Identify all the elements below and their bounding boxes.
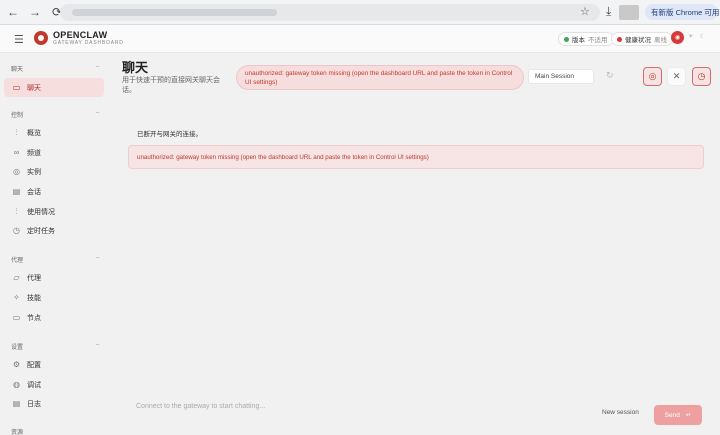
- new-session-button[interactable]: New session: [602, 409, 639, 416]
- folder-icon: ▱: [13, 273, 20, 282]
- monitor-icon: ▭: [12, 313, 21, 322]
- bar-chart-icon: ⫶: [15, 206, 18, 216]
- clock-icon: ◷: [13, 226, 20, 235]
- health-status: 健康状况 离线: [611, 32, 673, 46]
- error-banner: unauthorized: gateway token missing (ope…: [236, 65, 524, 90]
- openclaw-logo: [34, 31, 48, 45]
- sidebar-item-chat[interactable]: ▭ 聊天: [4, 78, 104, 97]
- collapse-icon[interactable]: –: [96, 255, 99, 261]
- sidebar-item-logs[interactable]: ▤ 日志: [4, 394, 104, 413]
- address-bar[interactable]: [60, 4, 600, 21]
- sidebar-group-chat: 聊天: [11, 67, 24, 73]
- collapse-icon[interactable]: –: [96, 64, 99, 70]
- status-dot-icon: [564, 36, 569, 42]
- gear-icon: ⚙: [12, 360, 21, 369]
- sidebar: 聊天 – ▭ 聊天 控制 – ⫶ 概览 ∞ 频道 ◎ 实例 ▤ 会话 ⫶ 使用情况 ◷ 定时任…: [0, 54, 108, 435]
- sidebar-item-cron[interactable]: ◷ 定时任务: [4, 221, 104, 240]
- back-button[interactable]: ←: [4, 3, 22, 21]
- version-status: 版本 不适用: [558, 32, 614, 46]
- sidebar-group-agents: 代理: [11, 258, 24, 264]
- chat-error-message: unauthorized: gateway token missing (ope…: [128, 145, 704, 169]
- send-button[interactable]: Send ↵: [654, 405, 702, 425]
- history-clock-icon[interactable]: ◷: [692, 67, 711, 86]
- app-header: ☰ OPENCLAW GATEWAY DASHBOARD 版本 不适用 健康状况…: [0, 25, 720, 53]
- user-avatar-icon[interactable]: ◉: [671, 31, 684, 44]
- sidebar-item-debug[interactable]: ◍ 调试: [4, 375, 104, 394]
- moon-icon[interactable]: ☾: [700, 33, 705, 40]
- collapse-icon[interactable]: –: [96, 110, 99, 116]
- redacted-url: [72, 9, 277, 16]
- forward-button[interactable]: →: [26, 3, 44, 21]
- collapse-icon[interactable]: –: [96, 342, 99, 348]
- session-select[interactable]: Main Session: [528, 69, 594, 84]
- page-title: 聊天: [122, 60, 149, 75]
- bar-chart-icon: ⫶: [15, 127, 18, 137]
- focus-icon[interactable]: ✕: [667, 67, 686, 86]
- sidebar-item-config[interactable]: ⚙ 配置: [4, 355, 104, 374]
- bug-icon: ◍: [13, 380, 20, 389]
- sidebar-item-nodes[interactable]: ▭ 节点: [4, 308, 104, 327]
- page-subtitle: 用于快速干预的直接网关聊天会话。: [122, 77, 220, 94]
- sidebar-group-resources: 资源: [11, 430, 24, 435]
- sidebar-item-usage[interactable]: ⫶ 使用情况: [4, 202, 104, 221]
- message-input[interactable]: Connect to the gateway to start chatting…: [128, 394, 598, 422]
- download-icon[interactable]: ⤓: [606, 4, 611, 19]
- menu-icon[interactable]: ☰: [14, 33, 24, 46]
- brand-name: OPENCLAW: [53, 30, 108, 40]
- sidebar-group-control: 控制: [11, 113, 24, 119]
- sidebar-item-sessions[interactable]: ▤ 会话: [4, 182, 104, 201]
- document-icon: ▤: [12, 187, 21, 196]
- sidebar-item-skills[interactable]: ✧ 技能: [4, 288, 104, 307]
- chat-icon: ▭: [12, 83, 21, 92]
- link-icon: ∞: [13, 148, 20, 157]
- brain-icon[interactable]: ◎: [643, 67, 662, 86]
- sidebar-group-settings: 设置: [11, 345, 24, 351]
- sidebar-item-instances[interactable]: ◎ 实例: [4, 162, 104, 181]
- sidebar-item-agents[interactable]: ▱ 代理: [4, 268, 104, 287]
- brand-subtitle: GATEWAY DASHBOARD: [53, 40, 124, 46]
- bookmark-star-icon[interactable]: ☆: [580, 5, 590, 18]
- sidebar-item-overview[interactable]: ⫶ 概览: [4, 123, 104, 142]
- theme-icon[interactable]: ☀: [688, 33, 693, 40]
- status-dot-icon: [617, 36, 622, 42]
- browser-toolbar: ← → ⟳ ☆ ⤓ 有新版 Chrome 可用: [0, 0, 720, 25]
- profile-avatar[interactable]: [619, 5, 639, 20]
- sidebar-item-channels[interactable]: ∞ 频道: [4, 143, 104, 162]
- refresh-icon[interactable]: ↻: [606, 70, 614, 81]
- chrome-update-button[interactable]: 有新版 Chrome 可用: [645, 4, 719, 20]
- broadcast-icon: ◎: [13, 167, 20, 176]
- log-icon: ▤: [12, 399, 21, 408]
- system-message: 已断开与网关的连接。: [137, 131, 202, 138]
- enter-icon: ↵: [685, 412, 692, 419]
- sparkle-icon: ✧: [13, 293, 20, 302]
